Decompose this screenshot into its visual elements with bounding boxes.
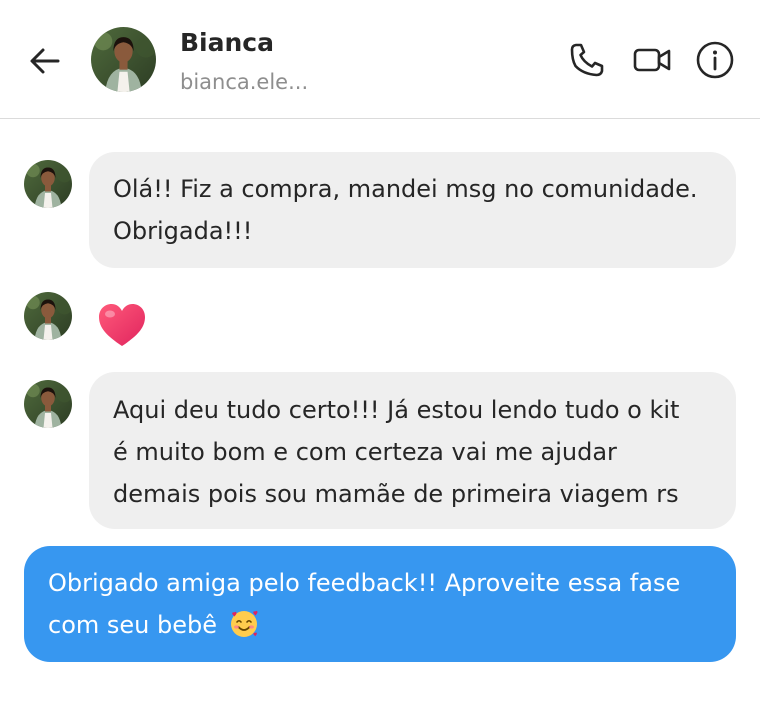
contact-handle: bianca.ele... <box>180 70 309 94</box>
back-arrow-icon[interactable] <box>26 42 64 80</box>
message-text: Aqui deu tudo certo!!! Já estou lendo tu… <box>113 396 680 424</box>
message-text: é muito bom e com certeza vai me ajudar <box>113 438 617 466</box>
avatar[interactable] <box>91 27 156 92</box>
message-text: Obrigada!!! <box>113 217 253 245</box>
message-text: com seu bebê <box>48 611 217 639</box>
message-text: Olá!! Fiz a compra, mandei msg no comuni… <box>113 175 698 203</box>
message-text: Obrigado amiga pelo feedback!! Aproveite… <box>48 569 681 597</box>
heart-emoji-icon[interactable] <box>97 302 147 348</box>
contact-name[interactable]: Bianca <box>180 28 274 57</box>
sender-avatar[interactable] <box>24 292 72 340</box>
incoming-message-bubble[interactable]: Aqui deu tudo certo!!! Já estou lendo tu… <box>89 372 736 529</box>
chat-header: Bianca bianca.ele... <box>0 0 760 119</box>
outgoing-message-bubble[interactable]: Obrigado amiga pelo feedback!! Aproveite… <box>24 546 736 662</box>
video-call-icon[interactable] <box>632 40 672 80</box>
message-text: demais pois sou mamãe de primeira viagem… <box>113 480 679 508</box>
incoming-message-bubble[interactable]: Olá!! Fiz a compra, mandei msg no comuni… <box>89 152 736 268</box>
sender-avatar[interactable] <box>24 380 72 428</box>
smiling-face-with-hearts-icon <box>230 610 258 637</box>
info-icon[interactable] <box>695 40 735 80</box>
phone-call-icon[interactable] <box>567 40 607 80</box>
sender-avatar[interactable] <box>24 160 72 208</box>
